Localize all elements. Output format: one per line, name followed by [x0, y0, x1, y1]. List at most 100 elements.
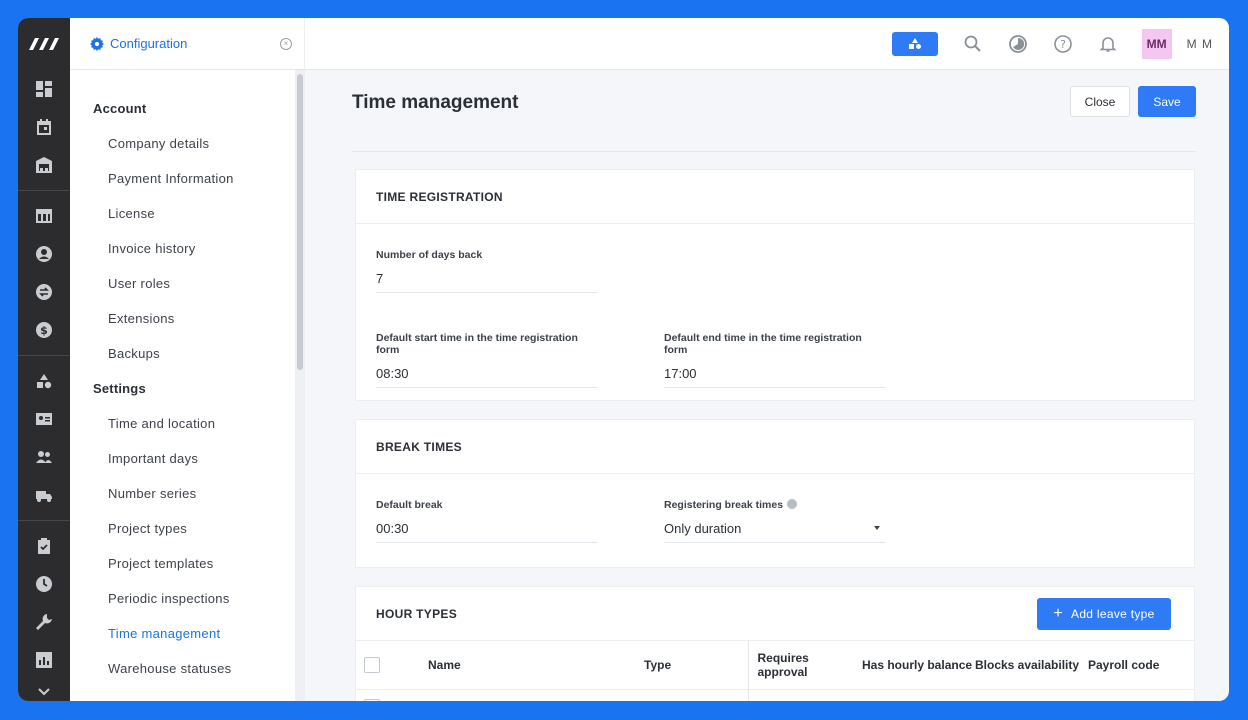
cell-hourly-balance: No [862, 689, 975, 701]
nav-item-warehouse-statuses[interactable]: Warehouse statuses [70, 651, 305, 686]
registering-break-select[interactable]: Only duration [664, 521, 886, 543]
nav-item-invoice-history[interactable]: Invoice history [70, 231, 305, 266]
cell-requires-approval: No [747, 689, 862, 701]
calendar-icon[interactable] [18, 108, 70, 146]
nav-item-payment-information[interactable]: Payment Information [70, 161, 305, 196]
dollar-icon[interactable]: $ [18, 311, 70, 349]
warehouse-icon[interactable] [18, 146, 70, 184]
nav-item-company-details[interactable]: Company details [70, 126, 305, 161]
svg-text:$: $ [40, 324, 48, 337]
user-name[interactable]: M M [1187, 37, 1213, 51]
rail-divider [18, 355, 70, 356]
nav-item-important-days[interactable]: Important days [70, 441, 305, 476]
app-logo[interactable] [18, 18, 70, 70]
registering-break-field: Registering break times Only duration [664, 499, 886, 543]
row-select-cell [356, 689, 428, 701]
help-icon[interactable]: ? [1052, 33, 1074, 55]
clipboard-check-icon[interactable] [18, 527, 70, 565]
nav-item-extensions[interactable]: Extensions [70, 301, 305, 336]
avatar[interactable]: MM [1141, 28, 1172, 59]
apps-button[interactable] [891, 31, 938, 56]
default-break-label: Default break [376, 499, 443, 511]
default-break-input[interactable]: 00:30 [376, 521, 598, 543]
nav-item-time-management[interactable]: Time management [70, 616, 305, 651]
timer-icon[interactable] [1007, 33, 1029, 55]
hour-types-card: HOUR TYPES + Add leave type Name Type Re… [355, 586, 1195, 701]
cell-name: Compensation (Not included in totals) [428, 689, 644, 701]
default-start-field: Default start time in the time registrat… [376, 332, 598, 388]
icon-rail: $ [18, 18, 70, 701]
col-name[interactable]: Name [428, 641, 644, 690]
plus-icon: + [1053, 605, 1064, 622]
default-start-input[interactable]: 08:30 [376, 366, 598, 388]
top-bar: Configuration × ? MM M M [70, 18, 1229, 70]
col-requires-approval[interactable]: Requires approval [747, 641, 862, 690]
clock-icon[interactable] [18, 565, 70, 603]
hour-types-header: HOUR TYPES + Add leave type [356, 587, 1194, 641]
table-icon[interactable] [18, 197, 70, 235]
shapes-icon [908, 37, 921, 49]
info-icon[interactable] [787, 499, 798, 509]
shapes-icon[interactable] [18, 362, 70, 400]
default-end-input[interactable]: 17:00 [664, 366, 886, 388]
time-registration-title: TIME REGISTRATION [356, 170, 1194, 224]
registering-break-value: Only duration [664, 521, 742, 536]
col-hourly-balance[interactable]: Has hourly balance [862, 641, 975, 690]
nav-item-time-and-location[interactable]: Time and location [70, 406, 305, 441]
save-button[interactable]: Save [1138, 86, 1196, 117]
breadcrumb-label: Configuration [110, 36, 188, 51]
people-icon[interactable] [18, 438, 70, 476]
col-payroll-code[interactable]: Payroll code [1088, 641, 1194, 690]
default-start-label: Default start time in the time registrat… [376, 332, 578, 356]
table-header-row: Name Type Requires approval Has hourly b… [356, 641, 1194, 690]
main-content: Time management Close Save TIME REGISTRA… [305, 70, 1229, 701]
caret-down-icon [874, 526, 880, 530]
registering-break-label-text: Registering break times [664, 499, 784, 511]
breadcrumb[interactable]: Configuration × [70, 18, 305, 70]
nav-item-license[interactable]: License [70, 196, 305, 231]
exchange-icon[interactable] [18, 273, 70, 311]
settings-nav: Account Company details Payment Informat… [70, 70, 305, 701]
select-all-cell [356, 641, 428, 690]
nav-section-account: Account [93, 101, 147, 116]
col-type[interactable]: Type [644, 641, 748, 690]
col-blocks-availability[interactable]: Blocks availability [975, 641, 1088, 690]
table-row[interactable]: Compensation (Not included in totals) Le… [356, 689, 1194, 701]
add-leave-type-button[interactable]: + Add leave type [1037, 598, 1171, 630]
wrench-icon[interactable] [18, 603, 70, 641]
truck-icon[interactable] [18, 476, 70, 514]
nav-item-project-templates[interactable]: Project templates [70, 546, 305, 581]
hour-types-table: Name Type Requires approval Has hourly b… [356, 641, 1194, 701]
gear-icon [90, 36, 104, 51]
contact-card-icon[interactable] [18, 400, 70, 438]
dashboard-icon[interactable] [18, 70, 70, 108]
search-icon[interactable] [962, 33, 984, 55]
days-back-input[interactable]: 7 [376, 271, 598, 293]
rail-divider [18, 190, 70, 191]
user-circle-icon[interactable] [18, 235, 70, 273]
chevron-down-icon[interactable] [18, 679, 70, 701]
nav-item-periodic-inspections[interactable]: Periodic inspections [70, 581, 305, 616]
close-button[interactable]: Close [1070, 86, 1130, 117]
nav-item-project-types[interactable]: Project types [70, 511, 305, 546]
nav-item-backups[interactable]: Backups [70, 336, 305, 371]
days-back-label: Number of days back [376, 249, 483, 261]
default-end-label: Default end time in the time registratio… [664, 332, 862, 356]
close-tab-icon[interactable]: × [280, 37, 292, 50]
cell-payroll-code [1088, 689, 1194, 701]
report-chart-icon[interactable] [18, 641, 70, 679]
bell-icon[interactable] [1097, 33, 1119, 55]
nav-item-number-series[interactable]: Number series [70, 476, 305, 511]
nav-scrollbar-thumb[interactable] [297, 74, 303, 370]
select-all-checkbox[interactable] [364, 656, 380, 673]
row-checkbox[interactable] [364, 699, 380, 701]
nav-item-user-roles[interactable]: User roles [70, 266, 305, 301]
days-back-field: Number of days back 7 [376, 249, 598, 293]
nav-section-settings: Settings [93, 381, 146, 396]
default-end-field: Default end time in the time registratio… [664, 332, 886, 388]
registering-break-label: Registering break times [664, 499, 886, 511]
break-times-title: BREAK TIMES [356, 420, 1194, 474]
nav-scrollbar[interactable] [295, 70, 305, 701]
cell-blocks-availability: No [975, 689, 1088, 701]
break-times-card: BREAK TIMES Default break 00:30 Register… [355, 419, 1195, 568]
